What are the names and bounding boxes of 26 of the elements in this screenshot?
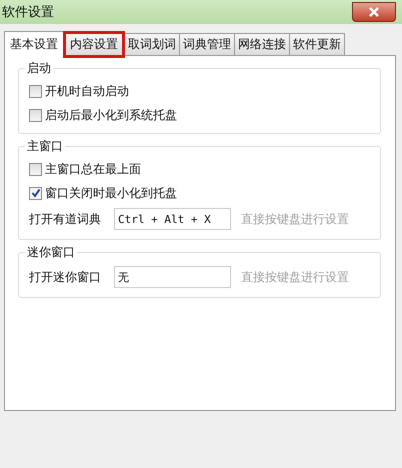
hint-text: 直接按键盘进行设置 bbox=[241, 268, 349, 286]
tab[interactable]: 内容设置 bbox=[63, 31, 125, 58]
hotkey-field[interactable]: 无 bbox=[114, 266, 231, 288]
tab[interactable]: 取词划词 bbox=[124, 33, 180, 55]
checkbox-label: 启动后最小化到系统托盘 bbox=[45, 106, 177, 124]
tab[interactable]: 词典管理 bbox=[179, 33, 235, 55]
group-title: 启动 bbox=[26, 60, 52, 77]
checkbox[interactable] bbox=[29, 108, 42, 122]
checkbox-label: 主窗口总在最上面 bbox=[45, 160, 141, 178]
group-title: 主窗口 bbox=[26, 138, 64, 155]
window-title: 软件设置 bbox=[2, 4, 54, 21]
checkbox[interactable] bbox=[29, 162, 42, 176]
checkbox[interactable] bbox=[29, 84, 42, 98]
checkbox[interactable] bbox=[29, 186, 42, 200]
hint-text: 直接按键盘进行设置 bbox=[241, 210, 349, 228]
group-title: 迷你窗口 bbox=[26, 244, 76, 261]
hotkey-label: 打开迷你窗口 bbox=[29, 268, 102, 286]
tab[interactable]: 软件更新 bbox=[289, 33, 345, 55]
hotkey-field[interactable]: Ctrl + Alt + X bbox=[114, 208, 231, 230]
close-button[interactable] bbox=[352, 2, 396, 22]
close-icon bbox=[368, 7, 380, 17]
tab[interactable]: 网络连接 bbox=[234, 33, 290, 55]
tab[interactable]: 基本设置 bbox=[4, 31, 64, 56]
hotkey-label: 打开有道词典 bbox=[29, 210, 102, 228]
checkbox-label: 开机时自动启动 bbox=[45, 82, 129, 100]
checkbox-label: 窗口关闭时最小化到托盘 bbox=[45, 184, 177, 202]
